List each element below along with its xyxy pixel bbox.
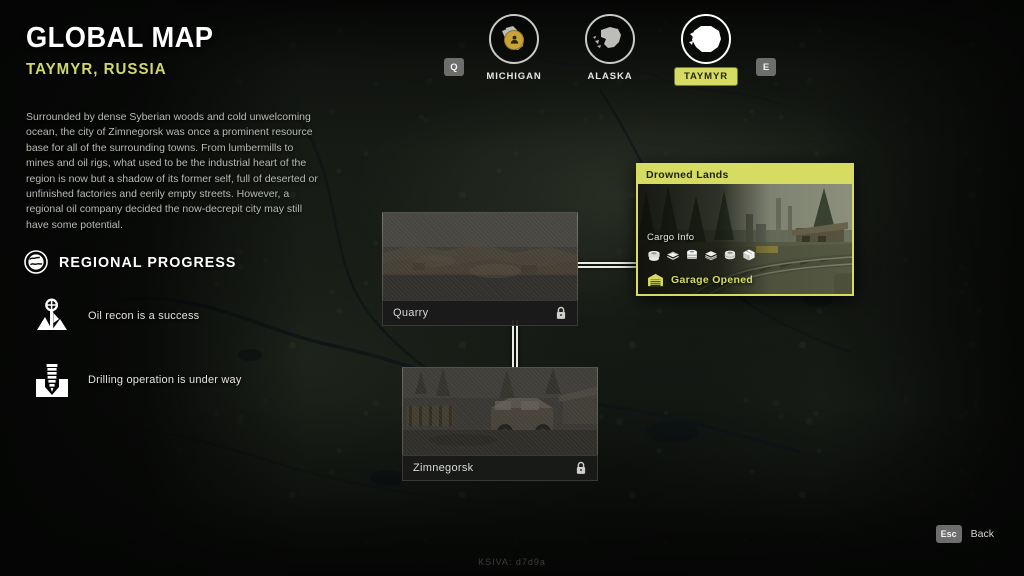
taymyr-map-icon — [681, 14, 731, 64]
regional-progress-title: REGIONAL PROGRESS — [59, 254, 236, 271]
planks-cargo-icon — [666, 248, 680, 262]
build-watermark: KSIVA: d7d9a — [0, 557, 1024, 567]
quarry-thumbnail — [382, 212, 578, 300]
garage-status-text: Garage Opened — [671, 274, 753, 286]
quarry-locked-overlay — [383, 213, 577, 300]
location-card-quarry[interactable]: Quarry — [382, 212, 578, 326]
region-tab-michigan[interactable]: MICHIGAN — [476, 14, 552, 85]
back-label: Back — [971, 528, 994, 540]
header-titles: GLOBAL MAP TAYMYR, RUSSIA — [26, 22, 225, 79]
progress-text-drilling: Drilling operation is under way — [88, 374, 242, 386]
barrels-cargo-icon — [723, 248, 737, 262]
region-label-michigan: MICHIGAN — [477, 68, 550, 85]
zimnegorsk-thumbnail — [402, 367, 598, 455]
crate-cargo-icon — [742, 248, 756, 262]
logs-cargo-icon — [647, 248, 661, 262]
drowned-lands-body: Cargo Info — [638, 184, 852, 294]
alaska-map-icon — [585, 14, 635, 64]
esc-key[interactable]: Esc — [936, 525, 962, 543]
zimnegorsk-name: Zimnegorsk — [413, 462, 473, 474]
globe-icon — [24, 250, 48, 274]
quarry-name: Quarry — [393, 307, 428, 319]
connector-quarry-to-zimnegorsk — [512, 320, 518, 368]
back-control[interactable]: Esc Back — [936, 525, 994, 543]
boards-cargo-icon — [704, 248, 718, 262]
michigan-map-icon — [489, 14, 539, 64]
next-region-key[interactable]: E — [756, 58, 776, 76]
region-tabs: MICHIGAN ALASKA — [464, 14, 756, 85]
padlock-icon — [575, 461, 587, 475]
cargo-info-label: Cargo Info — [647, 232, 756, 243]
connector-quarry-to-drowned — [574, 262, 640, 268]
garage-icon — [647, 273, 664, 287]
padlock-icon — [555, 306, 567, 320]
region-tab-taymyr[interactable]: TAYMYR — [668, 14, 744, 85]
progress-item-oil-recon: Oil recon is a success — [24, 294, 324, 338]
regional-progress-section: REGIONAL PROGRESS Oil recon is a success — [24, 250, 324, 402]
region-description: Surrounded by dense Syberian woods and c… — [26, 110, 318, 233]
player-presence-badge — [504, 30, 524, 50]
cargo-info-block: Cargo Info — [647, 232, 756, 262]
region-label-taymyr: TAYMYR — [675, 68, 737, 85]
zimnegorsk-label-bar: Zimnegorsk — [402, 455, 598, 481]
pipes-cargo-icon — [685, 248, 699, 262]
region-tab-alaska[interactable]: ALASKA — [572, 14, 648, 85]
zimnegorsk-locked-overlay — [403, 368, 597, 455]
region-selector: Q MICHIGAN — [440, 14, 780, 82]
page-subtitle: TAYMYR, RUSSIA — [26, 61, 213, 79]
prev-region-key[interactable]: Q — [444, 58, 464, 76]
drowned-lands-header: Drowned Lands — [638, 165, 852, 184]
oil-derrick-icon — [30, 294, 74, 338]
drowned-lands-title: Drowned Lands — [646, 169, 729, 181]
progress-item-drilling: Drilling operation is under way — [24, 358, 324, 402]
page-title: GLOBAL MAP — [26, 22, 213, 55]
region-label-alaska: ALASKA — [579, 68, 642, 85]
quarry-label-bar: Quarry — [382, 300, 578, 326]
regional-progress-header: REGIONAL PROGRESS — [24, 250, 324, 274]
garage-status-row: Garage Opened — [647, 273, 753, 287]
location-card-zimnegorsk[interactable]: Zimnegorsk — [402, 367, 598, 481]
drill-bit-icon — [30, 358, 74, 402]
cargo-icon-list — [647, 248, 756, 262]
location-card-drowned-lands[interactable]: Drowned Lands — [636, 163, 854, 296]
progress-text-oil-recon: Oil recon is a success — [88, 310, 199, 322]
